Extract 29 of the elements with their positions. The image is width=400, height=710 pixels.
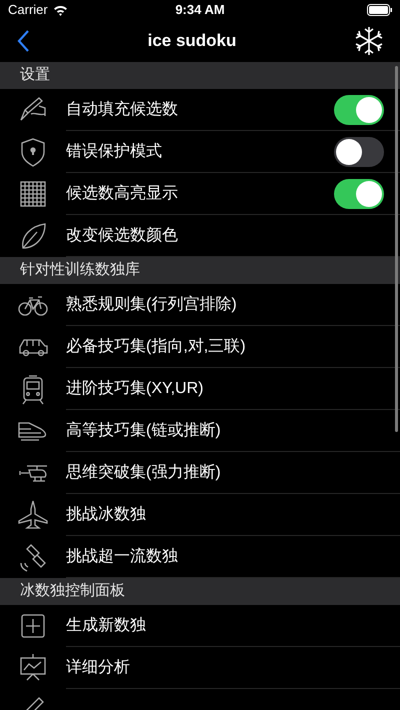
menu-item[interactable]: 熟悉规则集(行列宫排除)	[66, 292, 237, 316]
section-header: 设置	[20, 65, 50, 86]
nav-title: ice sudoku	[148, 30, 236, 52]
wifi-icon	[52, 4, 68, 16]
menu-item[interactable]: 进阶技巧集(XY,UR)	[66, 376, 204, 400]
setting-label: 候选数高亮显示	[66, 184, 178, 204]
section-header: 针对性训练数独库	[20, 260, 140, 280]
setting-label: 错误保护模式	[66, 142, 162, 162]
menu-item[interactable]: 高等技巧集(链或推断)	[66, 418, 221, 442]
toggle-switch[interactable]	[334, 178, 384, 208]
airplane-icon	[17, 499, 49, 531]
menu-item[interactable]: 必备技巧集(指向,对,三联)	[66, 334, 246, 358]
menu-item[interactable]: 详细分析	[66, 656, 130, 680]
menu-item[interactable]: 挑战超一流数独	[66, 544, 178, 568]
menu-item[interactable]: 生成新数独	[66, 614, 146, 638]
snowflake-icon	[354, 26, 384, 56]
snowflake-button[interactable]	[354, 26, 384, 56]
setting-label: 自动填充候选数	[66, 100, 178, 120]
back-chevron-icon	[16, 29, 30, 53]
status-time: 9:34 AM	[175, 1, 225, 20]
toggle-switch[interactable]	[334, 94, 384, 124]
carrier-label: Carrier	[8, 1, 48, 20]
section-header: 冰数独控制面板	[20, 581, 125, 602]
menu-item[interactable]: 思维突破集(强力推断)	[66, 460, 221, 484]
battery-icon	[367, 4, 392, 16]
menu-item[interactable]: 改变候选数颜色	[66, 224, 178, 248]
back-button[interactable]	[16, 29, 30, 53]
toggle-switch[interactable]	[334, 136, 384, 166]
menu-item[interactable]: 挑战冰数独	[66, 502, 146, 526]
